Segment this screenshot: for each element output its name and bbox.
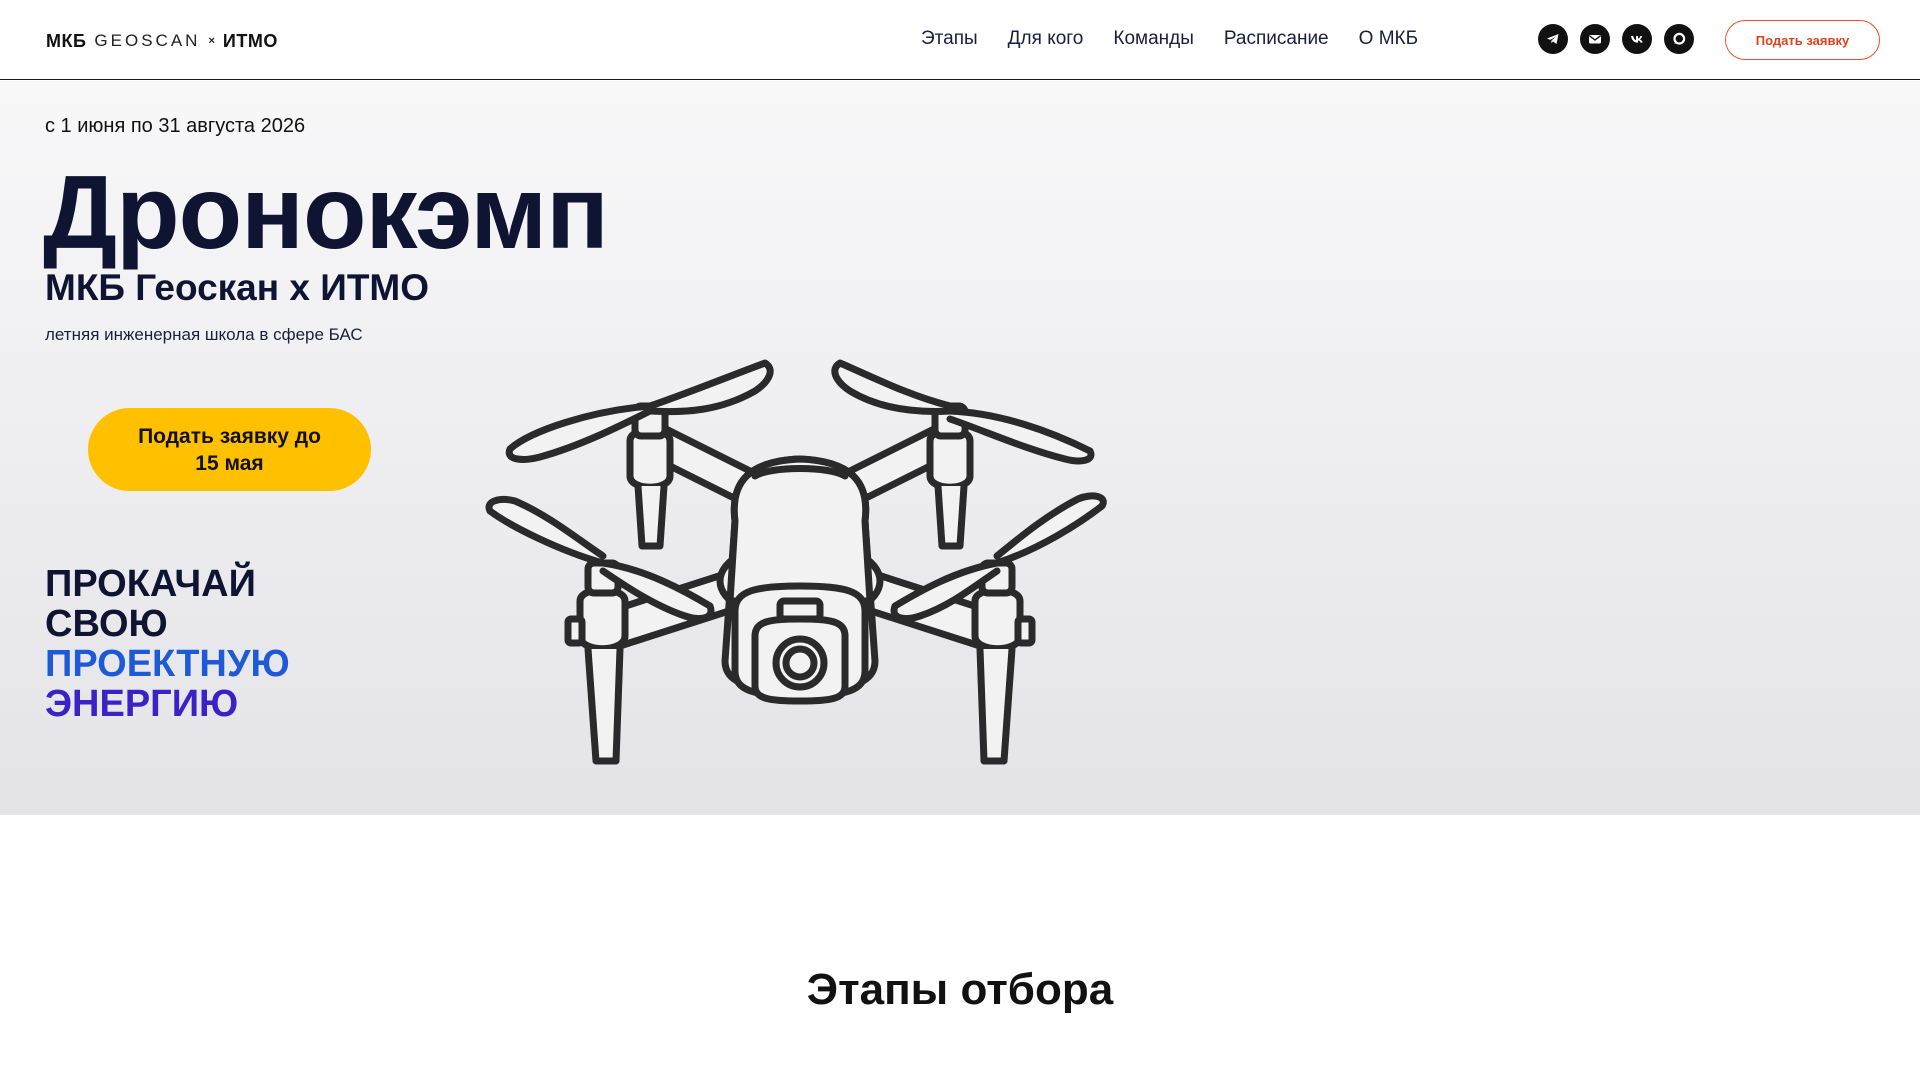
logo[interactable]: МКБ GEOSCAN × ИТМО (46, 31, 278, 51)
nav-about[interactable]: О МКБ (1359, 28, 1418, 50)
main-nav: Этапы Для кого Команды Расписание О МКБ (921, 28, 1418, 50)
nav-teams[interactable]: Команды (1113, 28, 1194, 50)
logo-separator: × (208, 35, 215, 47)
slogan-line-4: ЭНЕРГИЮ (45, 683, 239, 725)
stages-section-title: Этапы отбора (806, 965, 1114, 1014)
vk-icon[interactable] (1622, 24, 1652, 54)
slogan-line-2: СВОЮ (45, 603, 168, 645)
hero-apply-button[interactable]: Подать заявку до 15 мая (88, 408, 371, 491)
site-header: МКБ GEOSCAN × ИТМО Этапы Для кого Команд… (0, 0, 1920, 80)
logo-geoscan: GEOSCAN (94, 31, 201, 50)
slogan-line-3: ПРОЕКТНУЮ (45, 643, 290, 685)
social-links (1538, 24, 1694, 54)
hero-slogan: ПРОКАЧАЙ СВОЮ ПРОЕКТНУЮ ЭНЕРГИЮ (45, 564, 290, 724)
logo-itmo: ИТМО (222, 30, 278, 51)
hero-tagline: летняя инженерная школа в сфере БАС (45, 325, 363, 344)
hero-dates: с 1 июня по 31 августа 2026 (45, 115, 306, 137)
nav-schedule[interactable]: Расписание (1224, 28, 1329, 50)
logo-mkb: МКБ (46, 30, 87, 51)
header-apply-button[interactable]: Подать заявку (1725, 20, 1880, 60)
nav-for-whom[interactable]: Для кого (1008, 28, 1084, 50)
telegram-icon[interactable] (1538, 24, 1568, 54)
mail-icon[interactable] (1580, 24, 1610, 54)
slogan-line-1: ПРОКАЧАЙ (45, 563, 256, 605)
hero-section: с 1 июня по 31 августа 2026 Дронокэмп МК… (0, 81, 1920, 815)
hero-subtitle: МКБ Геоскан x ИТМО (45, 267, 430, 308)
drone-illustration (485, 359, 1107, 765)
max-icon[interactable] (1664, 24, 1694, 54)
nav-stages[interactable]: Этапы (921, 28, 978, 50)
page-title: Дронокэмп (43, 155, 609, 271)
